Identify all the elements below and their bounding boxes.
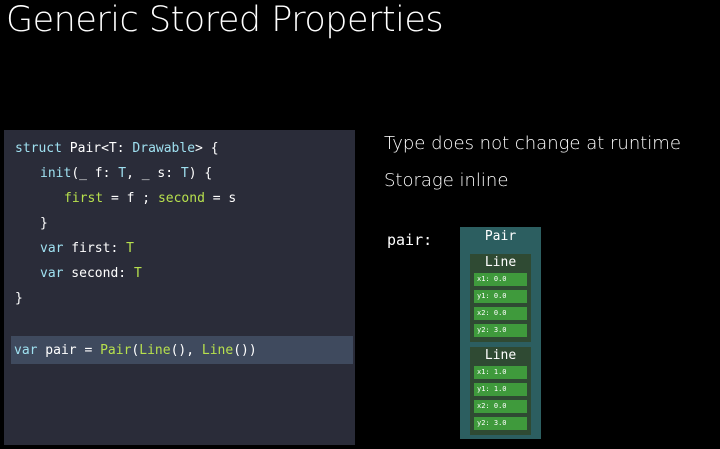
code-token: (_ f: — [71, 166, 119, 181]
code-token: var — [14, 343, 38, 358]
code-line-var-second: var second: T — [40, 266, 142, 281]
code-line-var-pair: var pair = Pair(Line(), Line()) — [14, 343, 257, 358]
code-token: , _ s: — [126, 166, 181, 181]
field-x1: x1: 1.0 — [474, 366, 527, 379]
code-token: Pair<T: — [61, 141, 133, 156]
slide-title: Generic Stored Properties — [6, 0, 444, 40]
code-line-init: init(_ f: T, _ s: T) { — [40, 166, 212, 181]
code-token: Pair — [100, 343, 132, 358]
code-token: (), — [170, 343, 202, 358]
pair-variable-label: pair: — [387, 231, 433, 249]
code-token: first: — [63, 241, 127, 256]
bullet-storage-inline: Storage inline — [384, 170, 509, 191]
code-token: var — [40, 266, 64, 281]
code-token: > { — [195, 141, 219, 156]
code-line-close-init: } — [40, 216, 48, 231]
code-line-close-struct: } — [15, 291, 23, 306]
field-y1: y1: 0.0 — [474, 290, 527, 303]
code-token: T — [118, 166, 127, 181]
code-token: T — [126, 241, 134, 256]
field-x1: x1: 0.0 — [474, 273, 527, 286]
code-token: second — [157, 191, 205, 206]
pair-storage-box: Pair Line x1: 0.0 y1: 0.0 x2: 0.0 y2: 3.… — [460, 227, 541, 439]
code-token: = f ; — [103, 191, 158, 206]
code-token: var — [40, 241, 64, 256]
code-token: Drawable — [132, 141, 196, 156]
code-token: T — [133, 266, 142, 281]
line-storage-box: Line x1: 1.0 y1: 1.0 x2: 0.0 y2: 3.0 — [470, 347, 531, 435]
code-token: ) { — [188, 166, 213, 181]
code-token: Line — [201, 343, 234, 358]
code-token: T — [180, 166, 189, 181]
code-token: struct — [15, 141, 62, 156]
code-line-var-first: var first: T — [40, 241, 134, 256]
code-token: init — [40, 166, 72, 181]
code-line-struct: struct Pair<T: Drawable> { — [15, 141, 219, 156]
line-box-title: Line — [484, 348, 517, 363]
bullet-type-static: Type does not change at runtime — [384, 133, 681, 154]
code-token: Line — [139, 343, 171, 358]
line-box-title: Line — [484, 255, 517, 270]
code-token: first — [64, 191, 104, 206]
code-token: second: — [63, 266, 134, 281]
line-storage-box: Line x1: 0.0 y1: 0.0 x2: 0.0 y2: 3.0 — [470, 254, 531, 342]
field-y2: y2: 3.0 — [474, 324, 527, 337]
code-panel: struct Pair<T: Drawable> { init(_ f: T, … — [4, 130, 355, 445]
field-y2: y2: 3.0 — [474, 417, 527, 430]
field-x2: x2: 0.0 — [474, 307, 527, 320]
pair-box-title: Pair — [484, 229, 517, 244]
code-line-assign: first = f ; second = s — [64, 191, 236, 206]
field-y1: y1: 1.0 — [474, 383, 527, 396]
field-x2: x2: 0.0 — [474, 400, 527, 413]
code-token: = s — [204, 191, 237, 206]
code-token: pair = — [37, 343, 101, 358]
code-token: ()) — [233, 343, 257, 358]
